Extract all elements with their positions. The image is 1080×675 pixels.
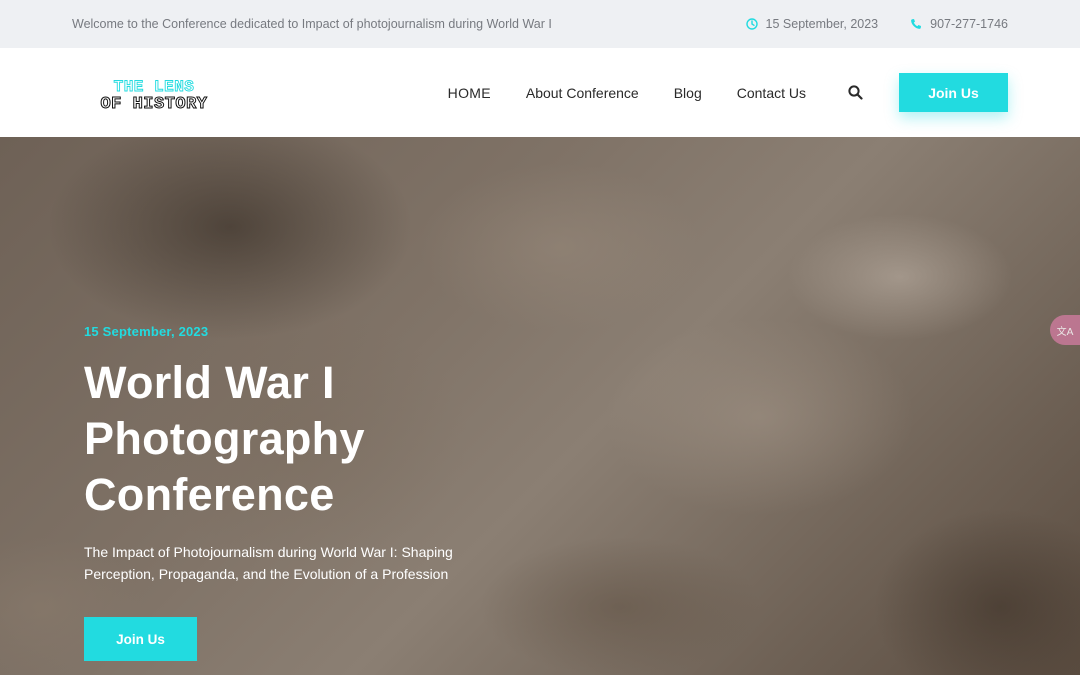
hero-section: 15 September, 2023 World War I Photograp… [0,137,1080,675]
svg-text:OF HISTORY: OF HISTORY [100,95,207,114]
nav-contact-us[interactable]: Contact Us [737,85,806,101]
topbar-phone[interactable]: 907-277-1746 [910,17,1008,31]
site-logo[interactable]: THE LENS OF HISTORY [74,71,234,115]
welcome-text: Welcome to the Conference dedicated to I… [72,17,552,31]
topbar-contact: 15 September, 2023 907-277-1746 [745,17,1008,31]
search-icon[interactable] [843,81,867,105]
nav-blog[interactable]: Blog [674,85,702,101]
main-header: THE LENS OF HISTORY HOME About Conferenc… [0,48,1080,137]
svg-text:THE LENS: THE LENS [114,78,195,96]
top-bar: Welcome to the Conference dedicated to I… [0,0,1080,48]
topbar-phone-text[interactable]: 907-277-1746 [930,17,1008,31]
translate-icon[interactable]: 文A [1050,315,1080,345]
join-us-button-hero[interactable]: Join Us [84,617,197,661]
main-nav: HOME About Conference Blog Contact Us Jo… [448,73,1008,112]
hero-content: 15 September, 2023 World War I Photograp… [84,324,604,661]
phone-icon [910,18,922,30]
clock-icon [745,18,758,30]
nav-about-conference[interactable]: About Conference [526,85,639,101]
topbar-date: 15 September, 2023 [745,17,879,31]
nav-home[interactable]: HOME [448,85,491,101]
hero-date: 15 September, 2023 [84,324,209,339]
join-us-button-header[interactable]: Join Us [899,73,1008,112]
hero-title: World War I Photography Conference [84,357,365,520]
topbar-date-text: 15 September, 2023 [765,17,879,31]
hero-subtitle: The Impact of Photojournalism during Wor… [84,544,453,582]
